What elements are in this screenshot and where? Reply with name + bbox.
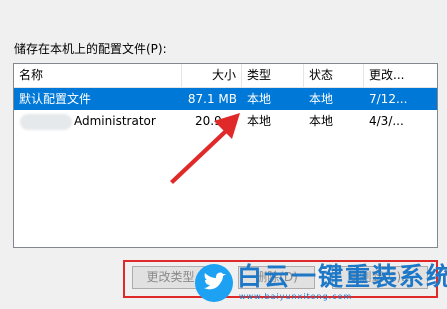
row-status: 本地 [309,114,334,128]
row-type: 本地 [247,92,272,106]
table-row[interactable]: 默认配置文件 87.1 MB 本地 本地 7/12... [14,88,437,110]
row-size: 87.1 MB [187,92,237,106]
watermark-logo: 白云一键重装系统 www.baiyunxitong.com [195,262,447,304]
watermark-url: www.baiyunxitong.com [239,292,353,301]
row-modified: 4/3/... [369,114,404,128]
watermark-title: 白云一键重装系统 [237,262,447,291]
profiles-list[interactable]: 名称 大小 类型 状态 更改... 默认配置文件 87.1 MB 本地 本地 7… [13,63,438,248]
column-header-type[interactable]: 类型 [242,64,304,87]
column-header-name[interactable]: 名称 [14,64,182,87]
row-status: 本地 [309,92,334,106]
row-name: 默认配置文件 [19,92,92,106]
row-modified: 7/12... [369,92,408,106]
row-type: 本地 [247,114,272,128]
column-header-modified[interactable]: 更改... [364,64,437,87]
profiles-group-label: 储存在本机上的配置文件(P): [14,42,167,56]
row-name: Administrator [74,114,156,128]
row-size: 20.9 ... [195,114,237,128]
column-header-size[interactable]: 大小 [182,64,242,87]
table-row[interactable]: Administrator 20.9 ... 本地 本地 4/3/... [14,110,437,132]
column-header-status[interactable]: 状态 [304,64,364,87]
bird-logo-icon [195,264,233,302]
list-header: 名称 大小 类型 状态 更改... [14,64,437,88]
